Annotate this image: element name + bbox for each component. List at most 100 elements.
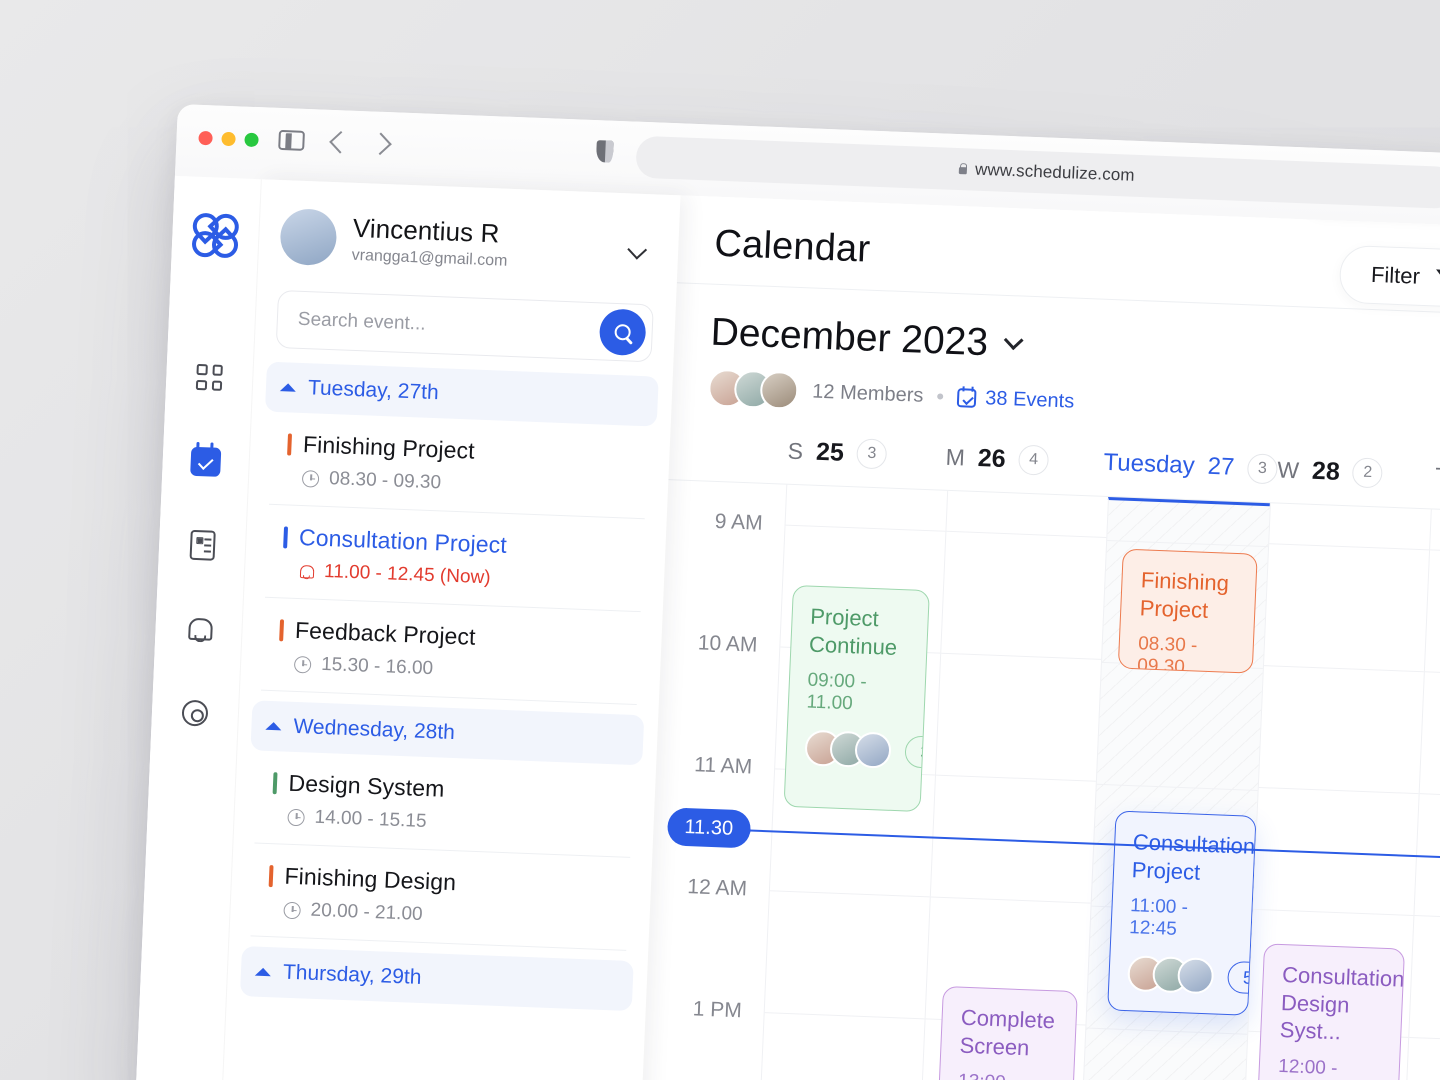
- window-traffic-lights[interactable]: [198, 130, 259, 148]
- user-name: Vincentius R: [352, 212, 501, 249]
- month-title: December 2023: [709, 310, 989, 365]
- grid-line: [936, 774, 1097, 782]
- separator-dot: [937, 393, 944, 400]
- day-event-count: 3: [1246, 453, 1278, 485]
- member-avatars[interactable]: [707, 368, 800, 411]
- sidebar-item-dashboard[interactable]: [187, 357, 233, 399]
- sidebar-item-settings[interactable]: [172, 692, 218, 734]
- user-profile-row[interactable]: Vincentius R vrangga1@gmail.com: [256, 179, 680, 299]
- event-color-bar: [279, 618, 284, 641]
- event-time: 12:00 - 14:00: [1277, 1055, 1338, 1080]
- sidebar-item-calendar[interactable]: [183, 440, 229, 482]
- search-button[interactable]: [598, 308, 647, 357]
- grid-line: [1424, 671, 1440, 679]
- day-header-26[interactable]: M 26 4: [944, 442, 1104, 496]
- avatar: [279, 208, 338, 267]
- forward-arrow-icon[interactable]: [369, 132, 392, 156]
- events-count-label: 38 Events: [984, 386, 1075, 413]
- event-day-label: Tuesday, 27th: [307, 376, 440, 405]
- day-header-27[interactable]: Tuesday 27 3: [1102, 448, 1278, 503]
- list-item[interactable]: Consultation Project 11.00 - 12.45 (Now): [264, 504, 645, 613]
- grid-line: [1253, 908, 1414, 917]
- day-header-29[interactable]: T294: [1434, 461, 1440, 515]
- list-item[interactable]: Feedback Project 15.30 - 16.00: [260, 597, 641, 706]
- calendar-event-card[interactable]: Consultation Project 11:00 - 12:45 5+: [1106, 810, 1257, 1016]
- event-title-row: Finishing Design: [268, 862, 630, 903]
- day-column-26[interactable]: Complete Screen13:00 - 14:453+: [914, 490, 1109, 1080]
- event-title-row: Finishing Project: [287, 430, 648, 471]
- back-arrow-icon[interactable]: [329, 130, 352, 154]
- day-column-28[interactable]: Consultation Design Syst... 12:00 - 14:00…: [1237, 503, 1431, 1080]
- grid-line: [785, 524, 946, 532]
- list-item[interactable]: Finishing Design 20.00 - 21.00: [250, 843, 631, 951]
- chevron-down-icon[interactable]: [627, 239, 648, 260]
- shield-icon[interactable]: [595, 140, 614, 163]
- event-attendees: 5+: [1126, 955, 1257, 995]
- attendee-overflow-count[interactable]: 3+: [903, 735, 931, 770]
- calendar-event-card[interactable]: Project Continue 09:00 - 11.00 3+: [783, 584, 931, 813]
- schedulize-logo-icon: [186, 207, 245, 264]
- filter-button[interactable]: Filter: [1338, 244, 1440, 309]
- minimize-window-button[interactable]: [221, 131, 236, 147]
- day-event-count: 2: [1352, 457, 1384, 489]
- list-item[interactable]: Finishing Project 08.30 - 09.30: [268, 411, 649, 520]
- grid-line: [1258, 786, 1419, 795]
- avatar: [853, 731, 892, 769]
- calendar-event-card[interactable]: Complete Screen13:00 - 14:453+: [934, 986, 1078, 1080]
- grid-line: [930, 896, 1092, 904]
- sidebar-toggle-icon[interactable]: [278, 129, 305, 151]
- day-of-week: T: [1434, 462, 1440, 489]
- day-number: 27: [1207, 452, 1235, 481]
- clock-icon: [283, 901, 302, 919]
- filter-button-label: Filter: [1370, 261, 1421, 289]
- day-number: 26: [977, 443, 1007, 473]
- month-selector[interactable]: December 2023: [710, 311, 1078, 369]
- events-count[interactable]: 38 Events: [956, 386, 1075, 413]
- grid-line: [769, 890, 931, 898]
- event-title: Complete Screen: [959, 1004, 1056, 1060]
- calendar-event-card[interactable]: Finishing Project 08.30 - 09.30: [1118, 548, 1258, 674]
- time-label: 12 AM: [686, 875, 748, 901]
- calendar-check-icon: [956, 387, 977, 408]
- grid-line: [946, 530, 1107, 538]
- search-input[interactable]: [297, 308, 601, 343]
- close-window-button[interactable]: [198, 130, 213, 146]
- chevron-down-icon[interactable]: [1003, 330, 1024, 351]
- sidebar-item-tasks[interactable]: [179, 524, 225, 566]
- grid-line: [941, 652, 1102, 660]
- calendar-main: Calendar December 2023 12 Members 38 Eve…: [635, 195, 1440, 1080]
- search-bar[interactable]: [275, 289, 654, 363]
- caret-up-icon: [279, 383, 297, 392]
- day-column-27[interactable]: Finishing Project 08.30 - 09.30 Consultati…: [1076, 497, 1270, 1080]
- calendar-event-card[interactable]: Consultation Design Syst... 12:00 - 14:00…: [1255, 943, 1406, 1080]
- grid-line: [1107, 540, 1268, 548]
- list-item[interactable]: Design System 14.00 - 15.15: [254, 750, 635, 858]
- lock-icon: [957, 162, 969, 175]
- event-time-row: 20.00 - 21.00: [267, 898, 628, 934]
- grid-line: [1419, 793, 1440, 801]
- event-time: 14.00 - 15.15: [314, 806, 427, 833]
- grid-line: [764, 1012, 925, 1020]
- event-title: Finishing Project: [302, 431, 476, 464]
- sidebar-item-notifications[interactable]: [176, 608, 222, 650]
- day-event-count: 3: [856, 438, 888, 470]
- caret-up-icon: [265, 721, 282, 731]
- clock-icon: [287, 808, 305, 826]
- event-attendees: 3+: [803, 729, 931, 770]
- grid-line: [1414, 915, 1440, 923]
- day-number: 25: [815, 437, 845, 467]
- day-header-28[interactable]: W 28 2: [1276, 454, 1436, 508]
- event-day-header[interactable]: Thursday, 29th: [239, 946, 634, 1012]
- avatar: [1176, 957, 1215, 995]
- grid-icon: [195, 363, 223, 391]
- maximize-window-button[interactable]: [244, 132, 259, 148]
- event-time: 13:00 - 14:45: [957, 1071, 1055, 1080]
- day-column-25[interactable]: Project Continue 09:00 - 11.00 3+: [753, 484, 948, 1080]
- event-title: Finishing Design: [284, 862, 457, 896]
- members-count: 12 Members: [811, 380, 924, 407]
- event-time: 11:00 - 12:45: [1128, 895, 1189, 940]
- event-time-row: 14.00 - 15.15: [271, 805, 632, 841]
- calendar-subheader: December 2023 12 Members 38 Events Filte…: [671, 195, 1440, 456]
- gear-icon: [181, 699, 209, 727]
- day-header-25[interactable]: S 25 3: [786, 436, 946, 490]
